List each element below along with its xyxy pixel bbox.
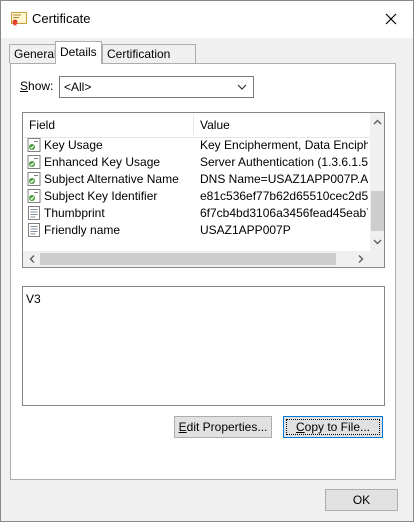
edit-properties-button[interactable]: Edit Properties... (174, 416, 272, 438)
tab-details[interactable]: Details (55, 41, 102, 64)
close-button[interactable] (373, 5, 409, 33)
edit-properties-accel: E (178, 420, 187, 434)
field-name: Subject Key Identifier (44, 189, 158, 203)
tab-certification-path[interactable]: Certification Path (102, 44, 196, 79)
column-header-value[interactable]: Value (200, 118, 230, 132)
document-icon (28, 206, 40, 220)
tab-general[interactable]: General (9, 44, 57, 63)
field-value-text: V3 (26, 292, 41, 306)
field-name: Enhanced Key Usage (44, 155, 161, 169)
ok-label: OK (352, 493, 371, 507)
field-name: Subject Alternative Name (44, 172, 179, 186)
certificate-dialog: Certificate General Details Certificatio… (0, 0, 414, 522)
column-divider[interactable] (193, 115, 194, 135)
scroll-down-icon[interactable] (370, 234, 385, 251)
column-header-field[interactable]: Field (29, 118, 55, 132)
horizontal-scrollbar[interactable] (23, 251, 370, 267)
field-value: USAZ1APP007P (200, 223, 291, 237)
ok-button[interactable]: OK (325, 489, 398, 511)
vertical-scroll-thumb[interactable] (371, 191, 384, 231)
field-value: 6f7cb4bd3106a3456fead45eab785 (200, 206, 368, 220)
field-value: Key Encipherment, Data Encipherm (200, 138, 368, 152)
focus-ring (286, 419, 380, 435)
scroll-up-icon[interactable] (370, 113, 385, 130)
edit-properties-label: dit Properties... (186, 420, 268, 434)
show-dropdown[interactable]: <All> (59, 76, 254, 98)
field-name: Thumbprint (44, 206, 105, 220)
list-item[interactable]: Thumbprint 6f7cb4bd3106a3456fead45eab785 (23, 205, 370, 222)
tab-details-label: Details (60, 45, 97, 59)
chevron-down-icon (237, 84, 247, 90)
list-header: Field Value (23, 113, 370, 138)
show-label-text: how: (28, 79, 54, 93)
document-icon (28, 223, 40, 237)
close-icon (385, 13, 397, 25)
field-value: e81c536ef77b62d65510cec2d55a7 (200, 189, 368, 203)
cert-property-icon (27, 155, 41, 169)
field-value: DNS Name=USAZ1APP007P.AM.DI (200, 172, 368, 186)
list-item[interactable]: Enhanced Key Usage Server Authentication… (23, 154, 370, 171)
show-label-accel: S (20, 79, 29, 93)
field-list[interactable]: Field Value Key Usage Key Encipherment, … (22, 112, 385, 268)
copy-to-file-button[interactable]: Copy to File... (283, 416, 383, 438)
scrollbar-corner (370, 251, 384, 267)
title-bar: Certificate (1, 1, 413, 38)
cert-property-icon (27, 189, 41, 203)
field-value-textbox[interactable]: V3 (22, 286, 385, 406)
details-panel: Show: <All> Field Value Key Usage Key En… (10, 63, 396, 480)
tab-general-label: General (14, 47, 57, 61)
show-label: Show: (20, 79, 53, 93)
list-item[interactable]: Subject Key Identifier e81c536ef77b62d65… (23, 188, 370, 205)
field-name: Friendly name (44, 223, 121, 237)
horizontal-scroll-thumb[interactable] (40, 253, 336, 265)
list-item[interactable]: Subject Alternative Name DNS Name=USAZ1A… (23, 171, 370, 188)
show-dropdown-value: <All> (64, 80, 92, 94)
list-item[interactable]: Friendly name USAZ1APP007P (23, 222, 370, 239)
scroll-left-icon[interactable] (23, 251, 40, 267)
field-value: Server Authentication (1.3.6.1.5.5 (200, 155, 368, 169)
list-item[interactable]: Key Usage Key Encipherment, Data Enciphe… (23, 137, 370, 154)
field-name: Key Usage (44, 138, 103, 152)
list-rows: Key Usage Key Encipherment, Data Enciphe… (23, 137, 370, 239)
certificate-icon (11, 12, 27, 26)
window-title: Certificate (32, 11, 91, 26)
cert-property-icon (27, 172, 41, 186)
cert-property-icon (27, 138, 41, 152)
scroll-right-icon[interactable] (353, 251, 370, 267)
vertical-scrollbar[interactable] (370, 113, 385, 251)
